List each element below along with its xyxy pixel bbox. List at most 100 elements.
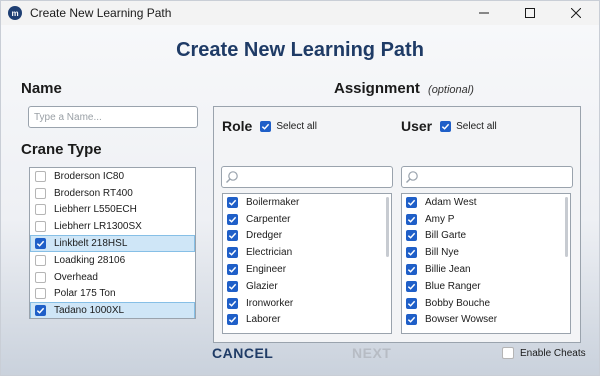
role-header: Role Select all [222,118,317,134]
role-item[interactable]: Electrician [223,244,391,261]
crane-item-label: Tadano 1000XL [54,305,125,317]
checkmark-icon [407,233,416,240]
dialog-content: Create New Learning Path Name Crane Type… [1,25,599,375]
checkbox[interactable] [227,264,238,276]
crane-item[interactable]: Liebherr L550ECH [30,202,195,219]
crane-item[interactable]: Broderson RT400 [30,185,195,202]
role-item-label: Ironworker [246,297,294,309]
role-item[interactable]: Glazier [223,278,391,295]
user-select-all[interactable]: Select all [440,120,497,132]
checkbox[interactable] [227,196,238,208]
role-item-label: Boilermaker [246,196,300,208]
user-item-label: Bill Nye [425,247,459,259]
user-select-all-checkbox[interactable] [440,120,452,132]
title-bar: m Create New Learning Path [1,1,599,25]
checkbox[interactable] [227,247,238,259]
user-item-label: Billie Jean [425,264,471,276]
crane-item[interactable]: Tadano 1000XL [30,302,195,318]
checkbox[interactable] [406,247,417,259]
checkbox[interactable] [227,280,238,292]
checkbox[interactable] [35,238,46,250]
close-button[interactable] [553,1,599,25]
checkbox[interactable] [35,254,46,266]
role-list-scrollbar[interactable] [386,197,389,257]
checkmark-icon [228,233,237,240]
role-select-all[interactable]: Select all [260,120,317,132]
checkbox[interactable] [227,314,238,326]
crane-item-label: Broderson RT400 [54,187,133,199]
user-item[interactable]: Billie Jean [402,261,570,278]
checkbox[interactable] [406,280,417,292]
checkmark-icon [36,240,45,247]
page-title: Create New Learning Path [176,39,424,61]
crane-item-label: Liebherr L550ECH [54,204,137,216]
checkmark-icon [228,216,237,223]
crane-item[interactable]: Overhead [30,269,195,286]
checkbox[interactable] [406,264,417,276]
enable-cheats-toggle[interactable]: Enable Cheats [502,347,586,359]
user-item-label: Blue Ranger [425,280,481,292]
app-logo-icon: m [8,6,22,20]
role-item[interactable]: Boilermaker [223,194,391,211]
user-item[interactable]: Bill Garte [402,228,570,245]
crane-type-list[interactable]: Broderson IC80 Broderson RT400 Liebherr L5… [29,167,196,319]
checkmark-icon [407,317,416,324]
crane-type-label: Crane Type [21,141,102,158]
cancel-button[interactable]: CANCEL [212,345,273,361]
role-item-label: Laborer [246,314,281,326]
checkbox[interactable] [35,271,46,283]
crane-item[interactable]: Loadking 28106 [30,252,195,269]
role-select-all-checkbox[interactable] [260,120,272,132]
optional-label: (optional) [428,84,474,96]
role-item-label: Carpenter [246,213,291,225]
role-item[interactable]: Laborer [223,312,391,329]
checkmark-icon [228,266,237,273]
checkbox[interactable] [227,230,238,242]
user-item[interactable]: Amy P [402,211,570,228]
crane-item[interactable]: Broderson IC80 [30,168,195,185]
user-item[interactable]: Bowser Wowser [402,312,570,329]
role-select-all-label: Select all [276,120,317,132]
role-item[interactable]: Carpenter [223,211,391,228]
user-item[interactable]: Blue Ranger [402,278,570,295]
role-item[interactable]: Ironworker [223,295,391,312]
user-search-input[interactable] [401,166,573,188]
role-search-input[interactable] [221,166,393,188]
window-title: Create New Learning Path [30,6,172,20]
checkmark-icon [228,283,237,290]
role-list[interactable]: Boilermaker Carpenter Dredger Electrician En… [222,193,392,334]
user-list-scrollbar[interactable] [565,197,568,257]
checkbox[interactable] [35,170,46,182]
window-controls [461,1,599,25]
checkbox[interactable] [406,297,417,309]
checkbox[interactable] [35,305,46,317]
user-item[interactable]: Bobby Bouche [402,295,570,312]
search-icon [406,171,418,183]
checkbox[interactable] [227,297,238,309]
enable-cheats-checkbox[interactable] [502,347,514,359]
checkmark-icon [407,216,416,223]
crane-item[interactable]: Polar 175 Ton [30,286,195,303]
maximize-button[interactable] [507,1,553,25]
checkbox[interactable] [406,314,417,326]
checkbox[interactable] [406,230,417,242]
user-item[interactable]: Adam West [402,194,570,211]
crane-item[interactable]: Liebherr LR1300SX [30,218,195,235]
checkbox[interactable] [35,204,46,216]
checkbox[interactable] [406,196,417,208]
role-item[interactable]: Dredger [223,228,391,245]
user-item[interactable]: Bill Nye [402,244,570,261]
checkbox[interactable] [227,213,238,225]
checkbox[interactable] [406,213,417,225]
role-item-label: Dredger [246,230,283,242]
crane-item[interactable]: Linkbelt 218HSL [30,235,195,252]
minimize-button[interactable] [461,1,507,25]
assignment-label: Assignment (optional) [334,80,474,97]
checkmark-icon [407,283,416,290]
checkbox[interactable] [35,221,46,233]
checkbox[interactable] [35,187,46,199]
user-list[interactable]: Adam West Amy P Bill Garte Bill Nye Billie J… [401,193,571,334]
role-item[interactable]: Engineer [223,261,391,278]
checkbox[interactable] [35,288,46,300]
name-input[interactable] [28,106,198,128]
